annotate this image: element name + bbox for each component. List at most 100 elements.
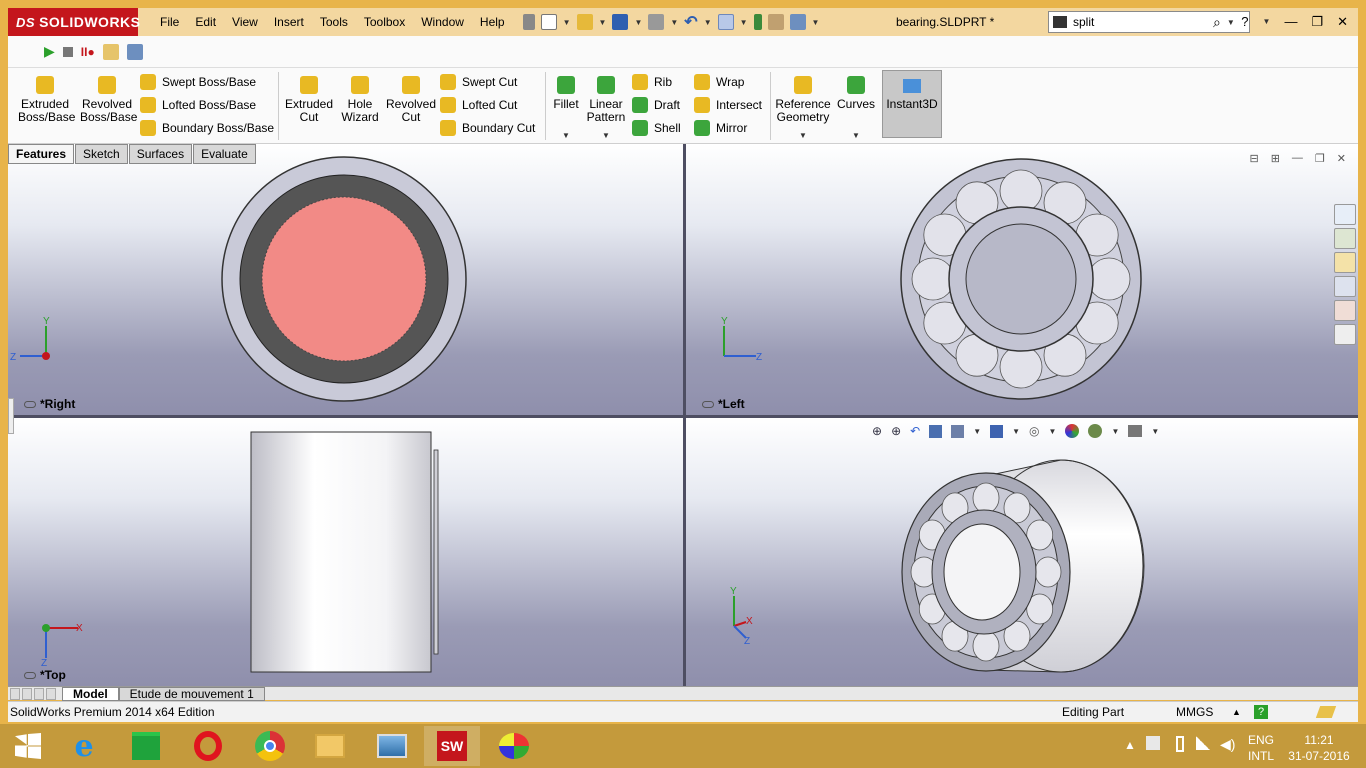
minimize-button[interactable]: — — [1284, 8, 1297, 36]
options-icon[interactable] — [789, 14, 806, 30]
rebuild-icon[interactable] — [753, 14, 762, 30]
select-pointer-icon[interactable] — [717, 14, 734, 30]
units-selector[interactable]: MMGS — [1176, 705, 1213, 719]
next-tab-arrow[interactable] — [34, 687, 44, 700]
viewport-left[interactable]: Y Z ⊟ ⊞ — ❐ ✕ *Left — [686, 144, 1358, 415]
chevron-down-icon[interactable]: ▼ — [586, 129, 626, 142]
menu-tools[interactable]: Tools — [312, 8, 356, 36]
chevron-up-icon[interactable]: ▲ — [1124, 738, 1136, 752]
search-input[interactable] — [1073, 15, 1213, 29]
tab-surfaces[interactable]: Surfaces — [128, 144, 193, 164]
boundary-cut-button[interactable]: Boundary Cut — [440, 120, 535, 136]
horizontal-splitter[interactable] — [8, 415, 1358, 418]
search-box[interactable]: ⌕ ▼ — [1048, 11, 1250, 33]
close-view-icon[interactable]: ✕ — [1337, 152, 1346, 165]
restore-button[interactable]: ❐ — [1311, 8, 1323, 36]
swept-boss-button[interactable]: Swept Boss/Base — [140, 74, 256, 90]
battery-icon[interactable] — [1176, 736, 1184, 752]
extruded-cut-button[interactable]: Extruded Cut — [284, 76, 334, 124]
menu-help[interactable]: Help — [472, 8, 513, 36]
opera-icon[interactable] — [180, 726, 236, 766]
tab-features[interactable]: Features — [8, 144, 75, 164]
chevron-down-icon[interactable]: ▼ — [1263, 8, 1271, 36]
file-properties-icon[interactable] — [767, 14, 784, 30]
tab-sketch[interactable]: Sketch — [75, 144, 128, 164]
extruded-boss-button[interactable]: Extruded Boss/Base — [18, 76, 75, 124]
rib-button[interactable]: Rib — [632, 74, 672, 90]
draft-button[interactable]: Draft — [632, 97, 680, 113]
first-tab-arrow[interactable] — [10, 687, 20, 700]
viewport-isometric[interactable]: ⊕ ⊕ ↶ ▼ ▼ ◎ ▼ ▼ ▼ Y X Z — [686, 418, 1358, 686]
file-explorer-icon[interactable] — [302, 726, 358, 766]
revolved-cut-button[interactable]: Revolved Cut — [386, 76, 436, 124]
network-icon[interactable] — [1196, 736, 1210, 750]
volume-icon[interactable]: ◀) — [1220, 736, 1235, 753]
run-macro-icon[interactable]: ▶ — [44, 43, 55, 60]
close-button[interactable]: ✕ — [1337, 8, 1348, 36]
viewport-right[interactable]: Y Z *Right — [8, 144, 683, 415]
internet-explorer-icon[interactable]: e — [56, 726, 112, 766]
reference-geometry-button[interactable]: Reference Geometry ▼ — [774, 76, 832, 142]
tab-motion-study[interactable]: Etude de mouvement 1 — [118, 686, 265, 701]
swept-cut-button[interactable]: Swept Cut — [440, 74, 517, 90]
chevron-down-icon[interactable]: ▼ — [550, 129, 582, 142]
windows-start-icon[interactable] — [0, 726, 56, 766]
photo-viewer-icon[interactable] — [364, 726, 420, 766]
view-palette-icon[interactable] — [1334, 276, 1356, 297]
custom-properties-icon[interactable] — [1334, 324, 1356, 345]
file-explorer-icon[interactable] — [1334, 252, 1356, 273]
windows-store-icon[interactable] — [118, 726, 174, 766]
chevron-down-icon[interactable]: ▼ — [1227, 18, 1235, 27]
chevron-up-icon[interactable]: ▲ — [1232, 707, 1241, 717]
chevron-down-icon[interactable]: ▼ — [634, 18, 642, 27]
shell-button[interactable]: Shell — [632, 120, 681, 136]
record-macro-icon[interactable]: II● — [81, 45, 95, 59]
chevron-down-icon[interactable]: ▼ — [599, 18, 607, 27]
save-icon[interactable] — [612, 14, 629, 30]
prev-tab-arrow[interactable] — [22, 687, 32, 700]
link-views-icon[interactable] — [702, 400, 714, 408]
menu-view[interactable]: View — [224, 8, 266, 36]
maximize-view-icon[interactable]: ❐ — [1315, 152, 1325, 165]
search-icon[interactable]: ⌕ — [1213, 14, 1221, 31]
language-indicator[interactable]: ENG INTL — [1248, 732, 1274, 764]
tile-horizontal-icon[interactable]: ⊞ — [1271, 152, 1280, 165]
menu-toolbox[interactable]: Toolbox — [356, 8, 413, 36]
pin-icon[interactable] — [522, 14, 535, 30]
lofted-cut-button[interactable]: Lofted Cut — [440, 97, 517, 113]
solidworks-taskbar-icon[interactable]: SW — [424, 726, 480, 766]
panel-expand-handle[interactable] — [8, 398, 14, 434]
resources-home-icon[interactable] — [1334, 204, 1356, 225]
tab-model[interactable]: Model — [62, 686, 119, 701]
last-tab-arrow[interactable] — [46, 687, 56, 700]
chevron-down-icon[interactable]: ▼ — [836, 129, 876, 142]
new-macro-icon[interactable] — [102, 43, 119, 60]
minimize-view-icon[interactable]: — — [1292, 152, 1303, 165]
link-views-icon[interactable] — [24, 671, 36, 679]
lofted-boss-button[interactable]: Lofted Boss/Base — [140, 97, 256, 113]
edit-macro-icon[interactable] — [126, 43, 143, 60]
instant3d-button[interactable]: Instant3D — [882, 70, 942, 138]
solidworks-logo[interactable]: DS SOLIDWORKS — [8, 8, 140, 36]
menu-file[interactable]: File — [152, 8, 187, 36]
help-icon[interactable]: ? — [1241, 8, 1248, 36]
chrome-icon[interactable] — [242, 726, 298, 766]
stop-macro-icon[interactable] — [62, 46, 73, 57]
menu-insert[interactable]: Insert — [266, 8, 312, 36]
paint-icon[interactable] — [486, 726, 542, 766]
hole-wizard-button[interactable]: Hole Wizard — [338, 76, 382, 124]
print-icon[interactable] — [648, 14, 665, 30]
wrap-button[interactable]: Wrap — [694, 74, 744, 90]
intersect-button[interactable]: Intersect — [694, 97, 762, 113]
design-library-icon[interactable] — [1334, 228, 1356, 249]
chevron-down-icon[interactable]: ▼ — [812, 18, 820, 27]
chevron-down-icon[interactable]: ▼ — [563, 18, 571, 27]
chevron-down-icon[interactable]: ▼ — [704, 18, 712, 27]
revolved-boss-button[interactable]: Revolved Boss/Base — [80, 76, 137, 124]
action-center-icon[interactable] — [1146, 736, 1160, 750]
undo-icon[interactable]: ↶ — [684, 12, 697, 32]
new-document-icon[interactable] — [540, 14, 557, 30]
viewport-top[interactable]: X Z *Top — [8, 418, 683, 686]
chevron-down-icon[interactable]: ▼ — [670, 18, 678, 27]
mirror-button[interactable]: Mirror — [694, 120, 747, 136]
